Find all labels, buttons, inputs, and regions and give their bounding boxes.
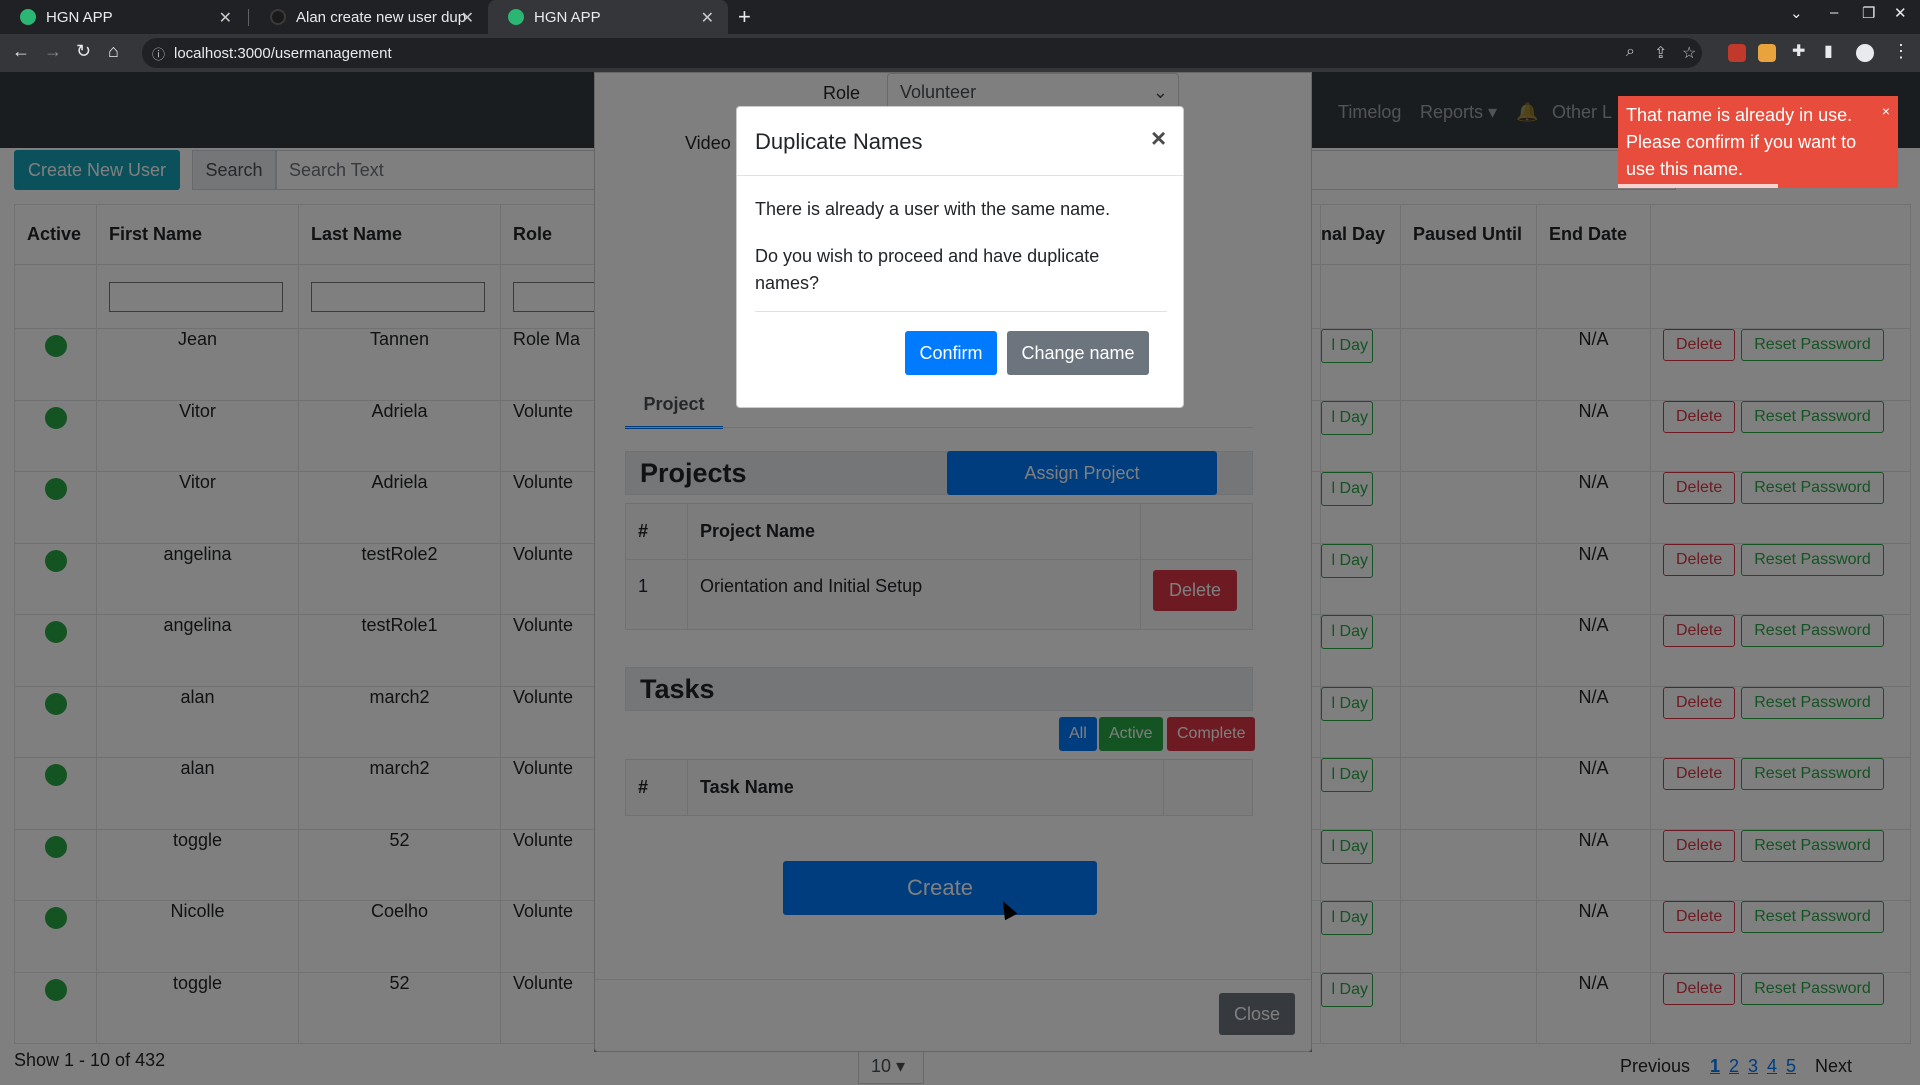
minimize-icon[interactable]: – [1830, 4, 1838, 21]
change-name-button[interactable]: Change name [1007, 331, 1149, 375]
toast-message: That name is already in use. Please conf… [1626, 105, 1857, 179]
reload-icon[interactable]: ↻ [76, 41, 91, 62]
browser-menu-icon[interactable]: ⋮ [1892, 41, 1910, 62]
tab-title: HGN APP [534, 8, 601, 26]
confirm-button[interactable]: Confirm [905, 331, 997, 375]
tab-title: Alan create new user dup [296, 8, 466, 26]
dialog-header-divider [737, 175, 1183, 176]
tab-separator [248, 9, 249, 26]
duplicate-names-dialog: Duplicate Names × There is already a use… [736, 106, 1184, 408]
profile-avatar-icon[interactable] [1856, 44, 1874, 62]
tab-search-icon[interactable]: ⌄ [1790, 4, 1803, 22]
address-bar[interactable]: ⓘ localhost:3000/usermanagement ⌕ ⇪ ☆ [142, 38, 1702, 68]
side-panel-icon[interactable]: ▮ [1824, 41, 1833, 61]
browser-tab[interactable]: HGN APP ✕ [0, 0, 246, 34]
window-close-icon[interactable]: ✕ [1894, 4, 1907, 22]
browser-toolbar: ← → ↻ ⌂ ⓘ localhost:3000/usermanagement … [0, 34, 1920, 72]
dialog-title: Duplicate Names [755, 129, 923, 154]
tab-title: HGN APP [46, 8, 113, 26]
url-text: localhost:3000/usermanagement [174, 45, 392, 62]
tab-close-icon[interactable]: ✕ [701, 8, 714, 28]
toast-progress-bar [1618, 184, 1778, 188]
dialog-footer-divider [755, 311, 1167, 312]
error-toast: That name is already in use. Please conf… [1618, 96, 1898, 188]
browser-tab-active[interactable]: HGN APP ✕ [488, 0, 728, 34]
dialog-message-2: Do you wish to proceed and have duplicat… [755, 246, 1100, 293]
home-icon[interactable]: ⌂ [108, 41, 119, 62]
github-favicon-icon [270, 9, 286, 25]
new-tab-button[interactable]: + [738, 4, 751, 30]
zoom-icon[interactable]: ⌕ [1626, 43, 1635, 61]
browser-tabstrip: HGN APP ✕ Alan create new user dup ✕ HGN… [0, 0, 1920, 34]
toast-close-icon[interactable]: × [1882, 98, 1890, 125]
extension-pencil-icon[interactable] [1758, 44, 1776, 62]
hgn-favicon-icon [20, 9, 36, 25]
extension-icon[interactable] [1728, 44, 1746, 62]
browser-tab[interactable]: Alan create new user dup ✕ [250, 0, 488, 34]
share-icon[interactable]: ⇪ [1654, 43, 1667, 63]
tab-close-icon[interactable]: ✕ [461, 8, 474, 28]
bookmark-star-icon[interactable]: ☆ [1682, 43, 1696, 63]
extensions-puzzle-icon[interactable]: ✚ [1792, 41, 1805, 61]
restore-icon[interactable]: ❐ [1862, 4, 1875, 22]
dialog-message-1: There is already a user with the same na… [755, 199, 1111, 219]
tab-close-icon[interactable]: ✕ [219, 8, 232, 28]
forward-icon[interactable]: → [44, 41, 62, 62]
back-icon[interactable]: ← [12, 41, 30, 62]
hgn-favicon-icon [508, 9, 524, 25]
dialog-close-icon[interactable]: × [1151, 123, 1166, 154]
site-info-icon[interactable]: ⓘ [152, 44, 165, 63]
